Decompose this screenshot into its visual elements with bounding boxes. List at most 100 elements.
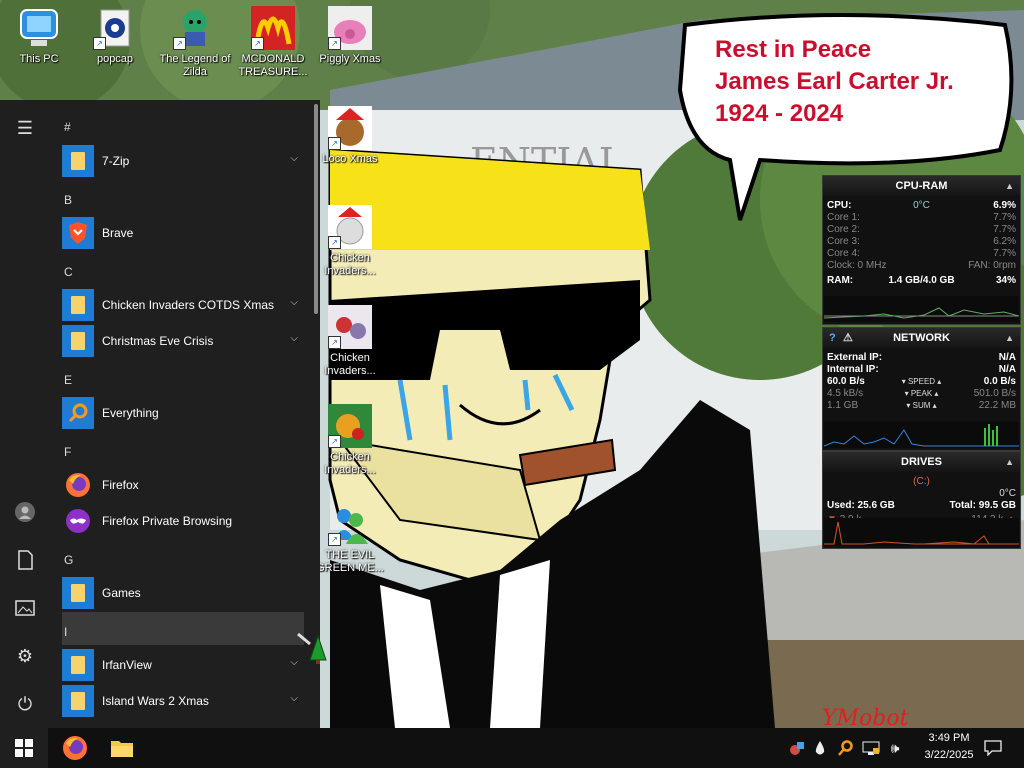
section-header[interactable]: C [64,265,73,279]
taskbar-file-explorer[interactable] [101,728,143,768]
messenger-icon: ↗ [328,502,372,546]
tray-drop-icon[interactable] [810,728,830,768]
internal-ip-value: N/A [998,364,1016,375]
sum-up: 22.2 MB [978,400,1016,411]
scrollbar[interactable] [314,104,318,314]
desktop-icon-chicken-invaders-3[interactable]: ↗ Chicken Invaders... [312,404,388,477]
user-icon[interactable] [0,492,50,532]
pictures-icon[interactable] [0,588,50,628]
core-2-value: 7.7% [993,224,1016,235]
drive-temp: 0°C [999,488,1016,499]
brave-icon [62,217,94,249]
volume-icon[interactable]: 🕪 [884,728,906,768]
internal-ip-label: Internal IP: [827,364,879,375]
tray-network-icon[interactable] [860,728,882,768]
hamburger-icon[interactable]: ☰ [0,108,50,148]
cpu-value: 6.9% [993,200,1016,211]
collapse-icon[interactable]: ▲ [1005,452,1014,472]
app-everything[interactable]: Everything [62,396,306,430]
tray-everything-icon[interactable] [834,728,856,768]
notification-icon [984,740,1002,756]
desktop-icon-chicken-invaders-2[interactable]: ↗ Chicken Invaders... [312,305,388,378]
warning-icon[interactable]: ⚠ [843,328,853,348]
fan-readout: FAN: 0rpm [968,260,1016,271]
section-header[interactable]: G [64,553,73,567]
folder-icon [62,289,94,321]
app-games[interactable]: Games [62,576,306,610]
desktop-icon-legend-of-zilda[interactable]: ↗ The Legend of Zilda [157,6,233,79]
drives-gadget[interactable]: DRIVES ▲ (C:) 0°C Used: 25.6 GB Total: 99.… [822,451,1021,549]
app-firefox-private-browsing[interactable]: Firefox Private Browsing [62,504,306,538]
documents-icon[interactable] [0,540,50,580]
tray-network-alert-icon[interactable] [786,728,808,768]
app-list: # 7-Zip ⌵ B Brave C Chicken Invaders COT… [56,100,312,728]
desktop-icon-piggly-xmas[interactable]: ↗ Piggly Xmas [312,6,388,66]
app-7zip[interactable]: 7-Zip ⌵ [62,144,306,178]
folder-icon [62,325,94,357]
network-title: NETWORK [893,332,950,344]
core-3-label: Core 3: [827,236,860,247]
app-christmas-eve-crisis[interactable]: Christmas Eve Crisis ⌵ [62,324,306,358]
section-header[interactable]: E [64,373,72,387]
bubble-line-1: Rest in Peace [715,36,871,63]
app-brave[interactable]: Brave [62,216,306,250]
desktop-icon-popcap[interactable]: ↗ popcap [77,6,153,66]
network-gadget[interactable]: ? ⚠ NETWORK ▲ External IP: N/A Internal IP: N… [822,327,1021,451]
folder-icon [62,685,94,717]
help-icon[interactable]: ? [829,328,836,348]
cpu-ram-gadget[interactable]: CPU-RAM ▲ CPU: 0°C 6.9% Core 1: 7.7% Core … [822,175,1021,325]
app-irfanview[interactable]: IrfanView ⌵ [62,648,306,682]
core-4-value: 7.7% [993,248,1016,259]
folder-icon [62,145,94,177]
folder-icon [62,649,94,681]
firefox-private-icon [62,505,94,537]
system-clock[interactable]: 3:49 PM 3/22/2025 [914,730,984,764]
chevron-down-icon: ⌵ [290,153,298,164]
cpu-temp: 0°C [913,200,930,211]
desktop-icon-loco-xmas[interactable]: ↗ Loco Xmas [312,106,388,166]
bubble-line-2: James Earl Carter Jr. [715,68,954,95]
power-icon[interactable]: ⏻ [0,684,50,724]
settings-icon[interactable]: ⚙ [0,636,50,676]
watermark: YMobot [822,706,909,728]
collapse-icon[interactable]: ▲ [1005,176,1014,196]
action-center-button[interactable] [976,728,1010,768]
ram-value: 1.4 GB/4.0 GB [888,275,955,286]
core-1-label: Core 1: [827,212,860,223]
desktop-icon-mcdonald[interactable]: ↗ MCDONALD TREASURE... [235,6,311,79]
app-island-wars-2-xmas[interactable]: Island Wars 2 Xmas ⌵ [62,684,306,718]
network-graph [824,422,1019,448]
drive-letter: (C:) [913,476,930,487]
start-button[interactable] [0,728,48,768]
drives-graph [824,518,1019,546]
desktop-icon-chicken-invaders-1[interactable]: ↗ Chicken Invaders... [312,205,388,278]
section-header[interactable]: B [64,193,72,207]
app-chicken-invaders-cotds-xmas[interactable]: Chicken Invaders COTDS Xmas ⌵ [62,288,306,322]
clock-readout: Clock: 0 MHz [827,260,887,271]
chevron-down-icon: ⌵ [290,693,298,704]
desktop-icon-evil-green-messenger[interactable]: ↗ THE EVIL GREEN ME... [312,502,388,575]
folder-icon [62,577,94,609]
peak-label: PEAK [910,389,933,398]
desktop-icon-this-pc[interactable]: This PC [1,6,77,66]
clock-date: 3/22/2025 [924,749,974,761]
firefox-icon [63,736,87,760]
search-icon [62,397,94,429]
section-header[interactable]: F [64,445,71,459]
sum-label: SUM [912,401,931,410]
chevron-down-icon: ⌵ [290,297,298,308]
app-firefox[interactable]: Firefox [62,468,306,502]
ram-percent: 34% [995,275,1016,286]
chevron-down-icon: ⌵ [290,333,298,344]
external-ip-value: N/A [998,352,1016,363]
section-header[interactable]: # [64,120,71,134]
core-4-label: Core 4: [827,248,860,259]
taskbar-firefox[interactable] [54,728,96,768]
collapse-icon[interactable]: ▲ [1005,328,1014,348]
speed-label: SPEED [907,377,936,386]
firefox-icon [62,469,94,501]
section-header[interactable]: I [64,625,67,639]
drives-title: DRIVES [901,456,942,468]
start-menu[interactable]: ☰ ⚙ ⏻ # 7-Zip ⌵ B Brave C Chicken Invade… [0,100,320,728]
peak-up: 501.0 B/s [973,388,1016,399]
